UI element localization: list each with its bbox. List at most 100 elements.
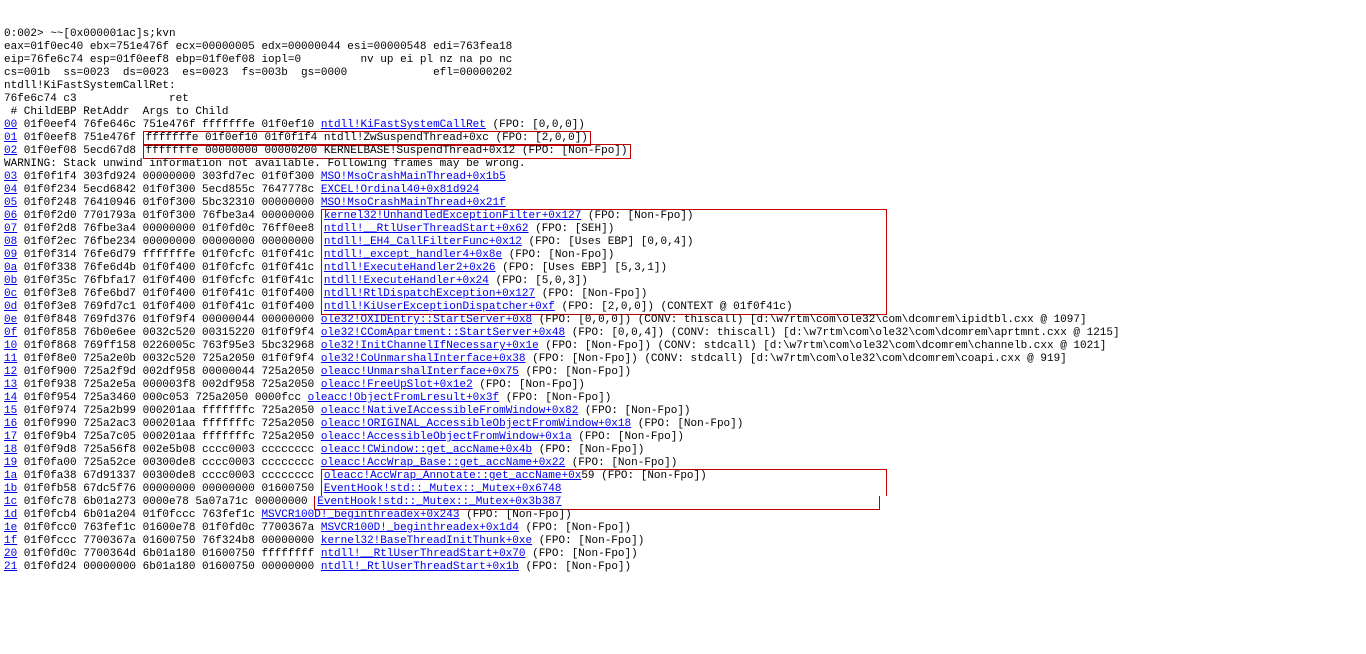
frame-number-link[interactable]: 10 xyxy=(4,340,17,352)
frame-number-link[interactable]: 0b xyxy=(4,275,17,287)
frame-number-link[interactable]: 16 xyxy=(4,418,17,430)
frame-number-link[interactable]: 15 xyxy=(4,405,17,417)
frame-number-link[interactable]: 03 xyxy=(4,171,17,183)
frame-number-link[interactable]: 1d xyxy=(4,509,17,521)
stack-frame: 0e 01f0f848 769fd376 01f0f9f4 00000044 0… xyxy=(4,314,1362,327)
highlight-group: oleacc!AccWrap_Annotate::get_accName+0x5… xyxy=(321,469,887,483)
highlight-group: ntdll!__RtlUserThreadStart+0x62 (FPO: [S… xyxy=(321,223,887,236)
frame-number-link[interactable]: 11 xyxy=(4,353,17,365)
highlight-group: ntdll!_EH4_CallFilterFunc+0x12 (FPO: [Us… xyxy=(321,236,887,249)
frame-number-link[interactable]: 21 xyxy=(4,561,17,573)
stack-frame: 1f 01f0fccc 7700367a 01600750 76f324b8 0… xyxy=(4,535,1362,548)
frame-number-link[interactable]: 1c xyxy=(4,496,17,508)
frame-number-link[interactable]: 0f xyxy=(4,327,17,339)
symbol-link[interactable]: ntdll!RtlDispatchException+0x127 xyxy=(324,288,535,300)
symbol-link[interactable]: ole32!InitChannelIfNecessary+0x1e xyxy=(321,340,539,352)
symbol-link[interactable]: ole32!CComApartment::StartServer+0x48 xyxy=(321,327,565,339)
frame-number-link[interactable]: 20 xyxy=(4,548,17,560)
stack-frame: 13 01f0f938 725a2e5a 000003f8 002df958 7… xyxy=(4,379,1362,392)
stack-frame: 14 01f0f954 725a3460 000c053 725a2050 00… xyxy=(4,392,1362,405)
symbol-link[interactable]: MSVCR100D!_beginthreadex+0x243 xyxy=(261,509,459,521)
symbol-link[interactable]: oleacc!UnmarshalInterface+0x75 xyxy=(321,366,519,378)
stack-frame: 12 01f0f900 725a2f9d 002df958 00000044 7… xyxy=(4,366,1362,379)
symbol-link[interactable]: ntdll!ExecuteHandler+0x24 xyxy=(324,275,489,287)
prompt-line: 0:002> ~~[0x000001ac]s;kvn xyxy=(4,28,1362,41)
stack-frame: 09 01f0f314 76fe6d79 fffffffe 01f0fcfc 0… xyxy=(4,249,1362,262)
frame-number-link[interactable]: 14 xyxy=(4,392,17,404)
stack-frame: 1e 01f0fcc0 763fef1c 01600e78 01f0fd0c 7… xyxy=(4,522,1362,535)
symbol-link[interactable]: ntdll!ExecuteHandler2+0x26 xyxy=(324,262,496,274)
stack-frame: 04 01f0f234 5ecd6842 01f0f300 5ecd855c 7… xyxy=(4,184,1362,197)
frame-number-link[interactable]: 02 xyxy=(4,145,17,157)
symbol-link[interactable]: kernel32!UnhandledExceptionFilter+0x127 xyxy=(324,210,581,222)
symbol-link[interactable]: oleacc!ObjectFromLresult+0x3f xyxy=(308,392,499,404)
stack-frame: 16 01f0f990 725a2ac3 000201aa fffffffc 7… xyxy=(4,418,1362,431)
frame-number-link[interactable]: 1f xyxy=(4,535,17,547)
frame-number-link[interactable]: 0c xyxy=(4,288,17,300)
frame-number-link[interactable]: 06 xyxy=(4,210,17,222)
symbol-link[interactable]: ntdll!_except_handler4+0x8e xyxy=(324,249,502,261)
symbol-link[interactable]: ntdll!_RtlUserThreadStart+0x1b xyxy=(321,561,519,573)
frame-number-link[interactable]: 07 xyxy=(4,223,17,235)
stack-frame: 11 01f0f8e0 725a2e0b 0032c520 725a2050 0… xyxy=(4,353,1362,366)
frame-number-link[interactable]: 04 xyxy=(4,184,17,196)
symbol-link[interactable]: MSVCR100D!_beginthreadex+0x1d4 xyxy=(321,522,519,534)
highlight-group: kernel32!UnhandledExceptionFilter+0x127 … xyxy=(321,209,887,223)
stack-frame: 03 01f0f1f4 303fd924 00000000 303fd7ec 0… xyxy=(4,171,1362,184)
frame-number-link[interactable]: 1e xyxy=(4,522,17,534)
symbol-link[interactable]: oleacc!AccWrap_Annotate::get_accName+0x xyxy=(324,470,581,482)
stack-frame: 17 01f0f9b4 725a7c05 000201aa fffffffc 7… xyxy=(4,431,1362,444)
frame-number-link[interactable]: 18 xyxy=(4,444,17,456)
symbol-link[interactable]: kernel32!BaseThreadInitThunk+0xe xyxy=(321,535,532,547)
stack-frame: 18 01f0f9d8 725a56f8 002e5b08 cccc0003 c… xyxy=(4,444,1362,457)
register-line: eip=76fe6c74 esp=01f0eef8 ebp=01f0ef08 i… xyxy=(4,54,1362,67)
symbol-link[interactable]: EventHook!std::_Mutex::_Mutex+0x3b387 xyxy=(317,496,561,508)
frame-number-link[interactable]: 17 xyxy=(4,431,17,443)
symbol-link[interactable]: ntdll!KiUserExceptionDispatcher+0xf xyxy=(324,301,555,313)
symbol-link[interactable]: MSO!MsoCrashMainThread+0x1b5 xyxy=(321,171,506,183)
symbol-link[interactable]: ntdll!__RtlUserThreadStart+0x62 xyxy=(324,223,529,235)
symbol-link[interactable]: ole32!CoUnmarshalInterface+0x38 xyxy=(321,353,526,365)
stack-frame: 07 01f0f2d8 76fbe3a4 00000000 01f0fd0c 7… xyxy=(4,223,1362,236)
symbol-link[interactable]: EXCEL!Ordinal40+0x81d924 xyxy=(321,184,479,196)
frame-number-link[interactable]: 01 xyxy=(4,132,17,144)
symbol-link[interactable]: oleacc!AccWrap_Base::get_accName+0x22 xyxy=(321,457,565,469)
stack-frame: 0c 01f0f3e8 76fe6bd7 01f0f400 01f0f41c 0… xyxy=(4,288,1362,301)
stack-frame: 21 01f0fd24 00000000 6b01a180 01600750 0… xyxy=(4,561,1362,574)
stack-frame: 1d 01f0fcb4 6b01a204 01f0fccc 763fef1c M… xyxy=(4,509,1362,522)
frame-number-link[interactable]: 19 xyxy=(4,457,17,469)
highlight-group: ntdll!ExecuteHandler+0x24 (FPO: [5,0,3]) xyxy=(321,275,887,288)
frame-number-link[interactable]: 1b xyxy=(4,483,17,495)
symbol-link[interactable]: oleacc!FreeUpSlot+0x1e2 xyxy=(321,379,473,391)
stack-header: # ChildEBP RetAddr Args to Child xyxy=(4,106,1362,119)
symbol-link[interactable]: MSO!MsoCrashMainThread+0x21f xyxy=(321,197,506,209)
frame-number-link[interactable]: 05 xyxy=(4,197,17,209)
symbol-link[interactable]: EventHook!std::_Mutex::_Mutex+0x6748 xyxy=(324,483,562,495)
symbol-link[interactable]: ntdll!_EH4_CallFilterFunc+0x12 xyxy=(324,236,522,248)
symbol-link[interactable]: oleacc!AccessibleObjectFromWindow+0x1a xyxy=(321,431,572,443)
stack-frame: 02 01f0ef08 5ecd67d8 fffffffe 00000000 0… xyxy=(4,145,1362,158)
register-line: cs=001b ss=0023 ds=0023 es=0023 fs=003b … xyxy=(4,67,1362,80)
symbol-link[interactable]: oleacc!NativeIAccessibleFromWindow+0x82 xyxy=(321,405,578,417)
symbol-link[interactable]: ntdll!__RtlUserThreadStart+0x70 xyxy=(321,548,526,560)
highlight-group: EventHook!std::_Mutex::_Mutex+0x6748 xyxy=(321,483,887,496)
frame-number-link[interactable]: 08 xyxy=(4,236,17,248)
symbol-link[interactable]: oleacc!ORIGINAL_AccessibleObjectFromWind… xyxy=(321,418,631,430)
highlight-group: ntdll!_except_handler4+0x8e (FPO: [Non-F… xyxy=(321,249,887,262)
frame-number-link[interactable]: 12 xyxy=(4,366,17,378)
stack-frame: 08 01f0f2ec 76fbe234 00000000 00000000 0… xyxy=(4,236,1362,249)
frame-number-link[interactable]: 09 xyxy=(4,249,17,261)
frame-number-link[interactable]: 1a xyxy=(4,470,17,482)
stack-frame: 0d 01f0f3e8 769fd7c1 01f0f400 01f0f41c 0… xyxy=(4,301,1362,314)
symbol-link[interactable]: oleacc!CWindow::get_accName+0x4b xyxy=(321,444,532,456)
symbol-link[interactable]: ole32!OXIDEntry::StartServer+0x8 xyxy=(321,314,532,326)
frame-number-link[interactable]: 00 xyxy=(4,119,17,131)
frame-number-link[interactable]: 13 xyxy=(4,379,17,391)
stack-frame: 0f 01f0f858 76b0e6ee 0032c520 00315220 0… xyxy=(4,327,1362,340)
frame-number-link[interactable]: 0d xyxy=(4,301,17,313)
symbol-link[interactable]: ntdll!KiFastSystemCallRet xyxy=(321,119,486,131)
frame-number-link[interactable]: 0e xyxy=(4,314,17,326)
frame-number-link[interactable]: 0a xyxy=(4,262,17,274)
highlight-box: fffffffe 00000000 00000200 KERNELBASE!Su… xyxy=(143,144,631,159)
stack-frame: 1b 01f0fb58 67dc5f76 00000000 00000000 0… xyxy=(4,483,1362,496)
